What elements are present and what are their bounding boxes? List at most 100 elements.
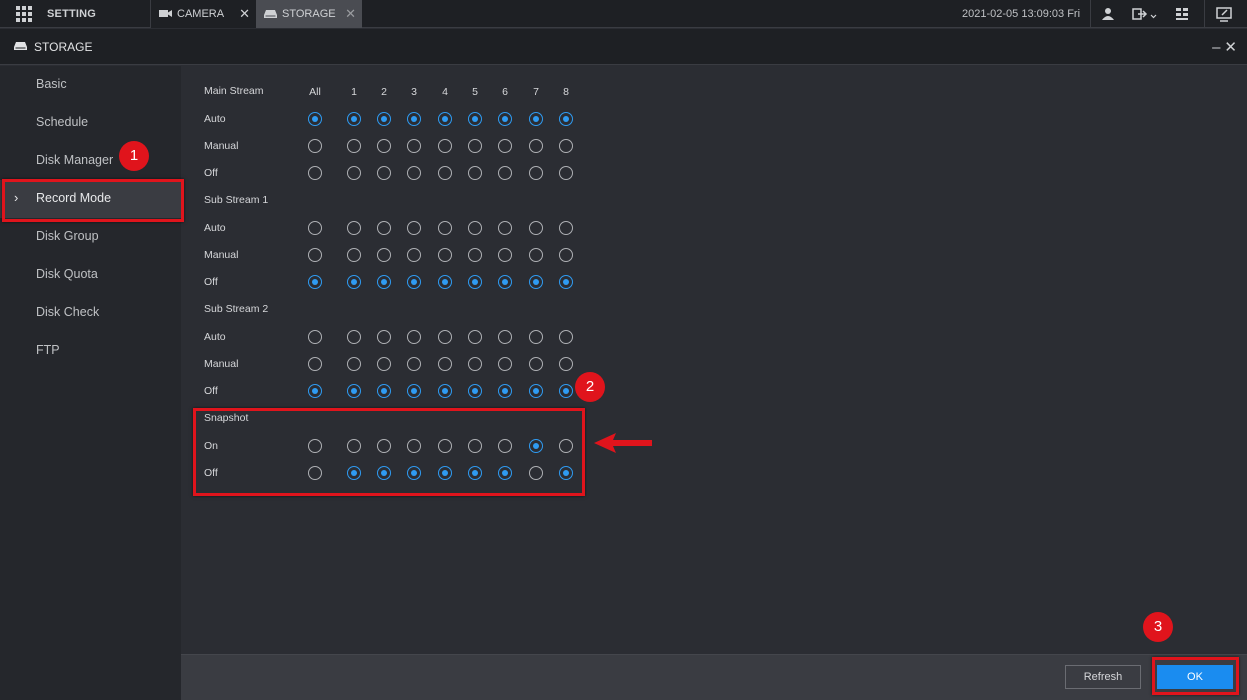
radio-main-stream-manual-ch5[interactable] [468, 139, 482, 153]
radio-sub-stream-1-manual-all[interactable] [308, 248, 322, 262]
setting-menu[interactable]: SETTING [0, 0, 150, 28]
radio-sub-stream-1-auto-ch6[interactable] [498, 221, 512, 235]
radio-sub-stream-1-auto-ch3[interactable] [407, 221, 421, 235]
radio-sub-stream-1-auto-ch8[interactable] [559, 221, 573, 235]
radio-main-stream-auto-ch5[interactable] [468, 112, 482, 126]
radio-sub-stream-2-manual-all[interactable] [308, 357, 322, 371]
radio-main-stream-manual-ch4[interactable] [438, 139, 452, 153]
radio-sub-stream-2-auto-ch5[interactable] [468, 330, 482, 344]
radio-sub-stream-2-auto-ch8[interactable] [559, 330, 573, 344]
radio-main-stream-off-ch4[interactable] [438, 166, 452, 180]
radio-sub-stream-2-auto-ch7[interactable] [529, 330, 543, 344]
user-icon[interactable] [1100, 6, 1116, 22]
radio-main-stream-off-ch8[interactable] [559, 166, 573, 180]
radio-sub-stream-2-off-ch7[interactable] [529, 384, 543, 398]
sidebar-item-disk-quota[interactable]: Disk Quota [0, 256, 181, 294]
radio-sub-stream-1-off-ch1[interactable] [347, 275, 361, 289]
radio-sub-stream-1-off-ch4[interactable] [438, 275, 452, 289]
radio-main-stream-manual-ch8[interactable] [559, 139, 573, 153]
radio-sub-stream-2-manual-ch5[interactable] [468, 357, 482, 371]
radio-sub-stream-1-off-ch3[interactable] [407, 275, 421, 289]
radio-main-stream-auto-all[interactable] [308, 112, 322, 126]
radio-sub-stream-1-auto-ch1[interactable] [347, 221, 361, 235]
radio-sub-stream-1-manual-ch6[interactable] [498, 248, 512, 262]
radio-sub-stream-2-manual-ch7[interactable] [529, 357, 543, 371]
radio-sub-stream-1-off-ch7[interactable] [529, 275, 543, 289]
radio-main-stream-off-ch1[interactable] [347, 166, 361, 180]
sidebar-item-disk-group[interactable]: Disk Group [0, 218, 181, 256]
radio-sub-stream-2-off-ch3[interactable] [407, 384, 421, 398]
radio-main-stream-off-ch5[interactable] [468, 166, 482, 180]
sidebar-item-disk-manager[interactable]: Disk Manager [0, 142, 181, 180]
sidebar-item-basic[interactable]: Basic [0, 66, 181, 104]
radio-sub-stream-1-auto-ch5[interactable] [468, 221, 482, 235]
radio-sub-stream-2-off-all[interactable] [308, 384, 322, 398]
sidebar-item-disk-check[interactable]: Disk Check [0, 294, 181, 332]
monitor-icon[interactable] [1216, 6, 1232, 22]
radio-main-stream-off-ch3[interactable] [407, 166, 421, 180]
radio-sub-stream-2-auto-ch1[interactable] [347, 330, 361, 344]
tab-camera-close-icon[interactable]: ✕ [239, 6, 250, 22]
radio-main-stream-manual-ch1[interactable] [347, 139, 361, 153]
radio-sub-stream-2-off-ch8[interactable] [559, 384, 573, 398]
radio-sub-stream-2-auto-ch6[interactable] [498, 330, 512, 344]
radio-sub-stream-2-manual-ch4[interactable] [438, 357, 452, 371]
radio-sub-stream-1-auto-ch4[interactable] [438, 221, 452, 235]
tab-camera[interactable]: CAMERA ✕ [150, 0, 256, 28]
radio-sub-stream-1-manual-ch5[interactable] [468, 248, 482, 262]
radio-sub-stream-1-manual-ch7[interactable] [529, 248, 543, 262]
radio-main-stream-off-ch7[interactable] [529, 166, 543, 180]
logout-icon[interactable] [1132, 6, 1158, 22]
radio-main-stream-auto-ch3[interactable] [407, 112, 421, 126]
radio-sub-stream-1-auto-ch7[interactable] [529, 221, 543, 235]
radio-sub-stream-2-manual-ch8[interactable] [559, 357, 573, 371]
sidebar-item-schedule[interactable]: Schedule [0, 104, 181, 142]
sidebar-item-ftp[interactable]: FTP [0, 332, 181, 370]
radio-main-stream-manual-ch7[interactable] [529, 139, 543, 153]
radio-main-stream-manual-ch3[interactable] [407, 139, 421, 153]
radio-sub-stream-1-off-ch2[interactable] [377, 275, 391, 289]
radio-main-stream-off-all[interactable] [308, 166, 322, 180]
radio-sub-stream-2-auto-ch3[interactable] [407, 330, 421, 344]
radio-main-stream-manual-all[interactable] [308, 139, 322, 153]
radio-sub-stream-2-manual-ch6[interactable] [498, 357, 512, 371]
radio-sub-stream-1-off-ch6[interactable] [498, 275, 512, 289]
radio-sub-stream-2-auto-ch2[interactable] [377, 330, 391, 344]
radio-main-stream-off-ch2[interactable] [377, 166, 391, 180]
radio-sub-stream-1-manual-ch2[interactable] [377, 248, 391, 262]
radio-main-stream-manual-ch2[interactable] [377, 139, 391, 153]
tab-storage[interactable]: STORAGE ✕ [256, 0, 362, 28]
radio-sub-stream-2-off-ch6[interactable] [498, 384, 512, 398]
radio-main-stream-auto-ch2[interactable] [377, 112, 391, 126]
radio-sub-stream-2-auto-all[interactable] [308, 330, 322, 344]
radio-sub-stream-1-manual-ch3[interactable] [407, 248, 421, 262]
radio-sub-stream-2-auto-ch4[interactable] [438, 330, 452, 344]
radio-main-stream-auto-ch4[interactable] [438, 112, 452, 126]
radio-main-stream-off-ch6[interactable] [498, 166, 512, 180]
radio-sub-stream-1-off-all[interactable] [308, 275, 322, 289]
layout-icon[interactable] [1174, 6, 1190, 22]
minimize-icon[interactable]: – [1212, 39, 1224, 56]
radio-sub-stream-2-manual-ch3[interactable] [407, 357, 421, 371]
radio-sub-stream-2-off-ch5[interactable] [468, 384, 482, 398]
radio-main-stream-auto-ch1[interactable] [347, 112, 361, 126]
radio-main-stream-auto-ch6[interactable] [498, 112, 512, 126]
radio-main-stream-auto-ch7[interactable] [529, 112, 543, 126]
radio-sub-stream-1-manual-ch8[interactable] [559, 248, 573, 262]
radio-sub-stream-1-manual-ch4[interactable] [438, 248, 452, 262]
close-icon[interactable]: ✕ [1224, 39, 1241, 56]
radio-main-stream-manual-ch6[interactable] [498, 139, 512, 153]
refresh-button[interactable]: Refresh [1065, 665, 1141, 689]
radio-sub-stream-1-auto-all[interactable] [308, 221, 322, 235]
tab-storage-close-icon[interactable]: ✕ [345, 6, 356, 22]
radio-sub-stream-2-off-ch4[interactable] [438, 384, 452, 398]
radio-main-stream-auto-ch8[interactable] [559, 112, 573, 126]
radio-sub-stream-1-off-ch5[interactable] [468, 275, 482, 289]
radio-sub-stream-2-off-ch2[interactable] [377, 384, 391, 398]
radio-sub-stream-2-off-ch1[interactable] [347, 384, 361, 398]
radio-sub-stream-2-manual-ch2[interactable] [377, 357, 391, 371]
radio-sub-stream-1-auto-ch2[interactable] [377, 221, 391, 235]
radio-sub-stream-1-off-ch8[interactable] [559, 275, 573, 289]
radio-sub-stream-1-manual-ch1[interactable] [347, 248, 361, 262]
radio-sub-stream-2-manual-ch1[interactable] [347, 357, 361, 371]
